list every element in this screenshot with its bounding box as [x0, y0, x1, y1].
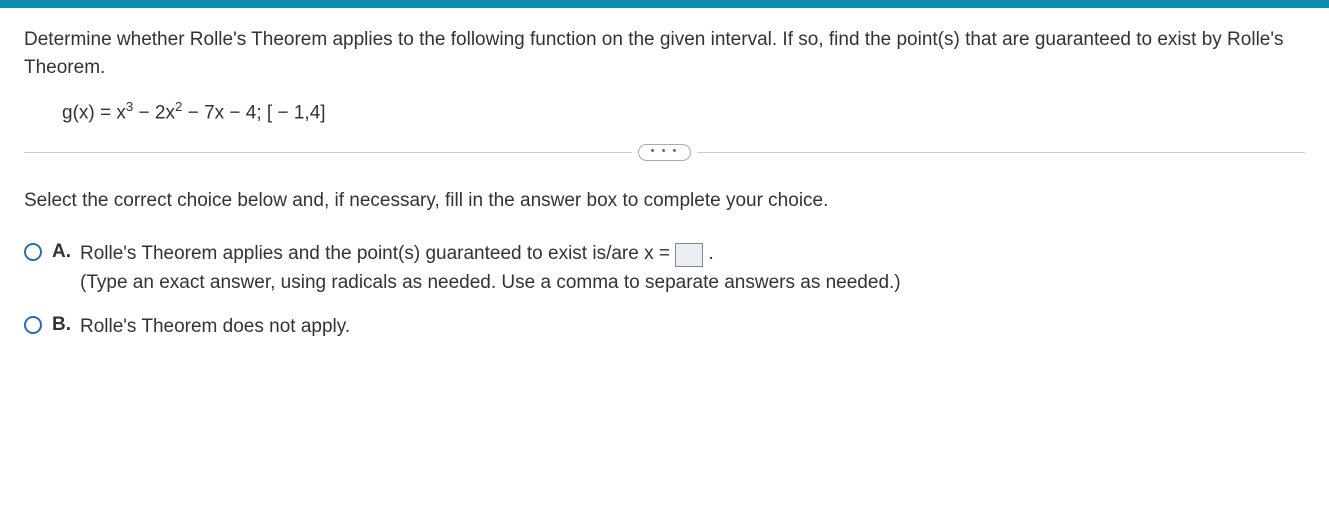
choice-b-letter: B. [52, 312, 80, 336]
function-formula: g(x) = x3 − 2x2 − 7x − 4; [ − 1,4] [24, 99, 1305, 124]
formula-part: − 7x − 4; [ − 1,4] [182, 102, 325, 123]
question-prompt: Determine whether Rolle's Theorem applie… [24, 26, 1305, 81]
formula-part: g(x) = x [62, 102, 126, 123]
choice-a-row: A. Rolle's Theorem applies and the point… [24, 239, 1305, 298]
choice-a-letter: A. [52, 239, 80, 263]
choice-a-hint: (Type an exact answer, using radicals as… [80, 272, 901, 293]
choice-b-row: B. Rolle's Theorem does not apply. [24, 312, 1305, 341]
choice-b-radio[interactable] [24, 316, 42, 334]
divider-line-left [24, 152, 632, 153]
choice-a-text-post: . [703, 243, 714, 264]
divider-line-right [697, 152, 1305, 153]
section-divider: • • • [24, 144, 1305, 161]
choice-a-text-pre: Rolle's Theorem applies and the point(s)… [80, 243, 675, 264]
answer-input-a[interactable] [675, 243, 703, 267]
choice-a-body: Rolle's Theorem applies and the point(s)… [80, 239, 1305, 298]
choice-a-radio[interactable] [24, 243, 42, 261]
answer-instruction: Select the correct choice below and, if … [24, 187, 1305, 215]
top-accent-bar [0, 0, 1329, 8]
choice-b-text: Rolle's Theorem does not apply. [80, 316, 350, 337]
expand-toggle[interactable]: • • • [638, 144, 692, 161]
content-area: Determine whether Rolle's Theorem applie… [0, 8, 1329, 375]
choice-b-body: Rolle's Theorem does not apply. [80, 312, 1305, 341]
formula-part: − 2x [133, 102, 175, 123]
